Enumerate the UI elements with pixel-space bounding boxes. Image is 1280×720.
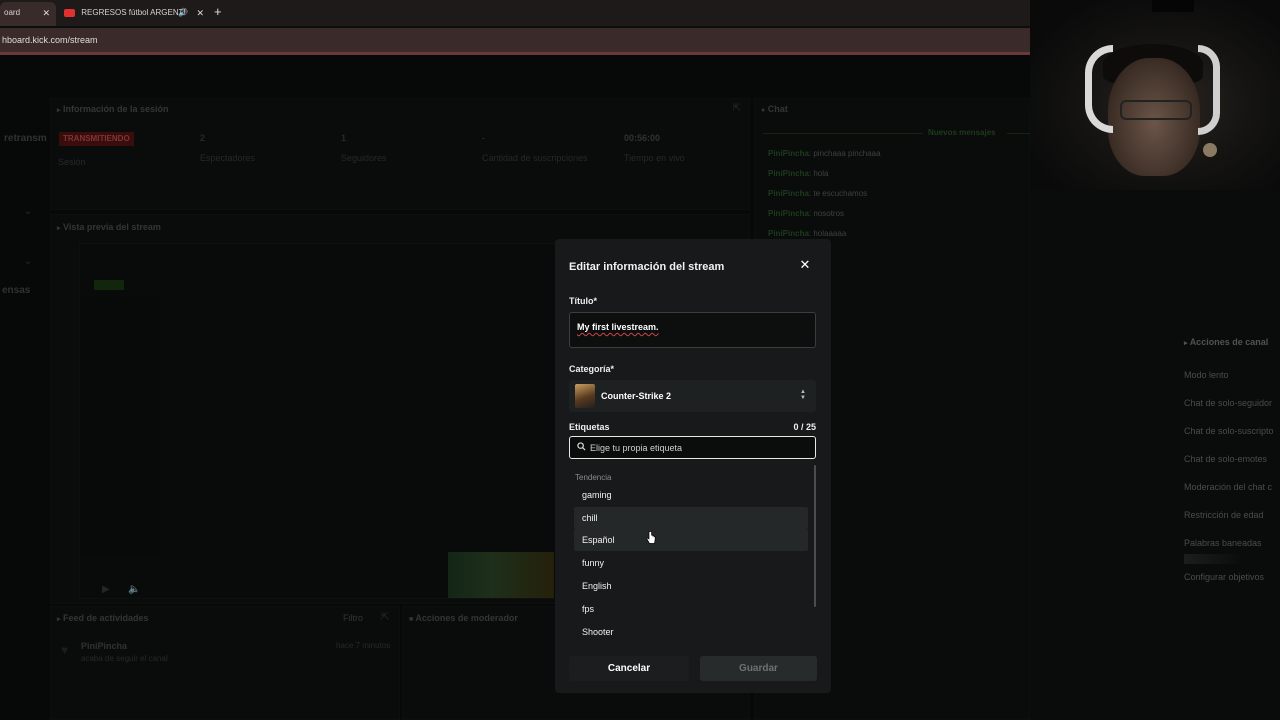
- tags-count: 0 / 25: [793, 422, 816, 432]
- webcam-mic: [1203, 143, 1217, 157]
- close-tab-icon[interactable]: ✕: [42, 2, 50, 24]
- headphones-right-icon: [1198, 45, 1220, 135]
- close-icon[interactable]: ✕: [799, 258, 811, 271]
- tags-search-field: [569, 436, 816, 459]
- tab-label: REGRESOS fútbol ARGENTI: [81, 8, 186, 17]
- category-thumbnail: [575, 384, 595, 408]
- action-emotes-only[interactable]: Chat de solo-emotes: [1184, 454, 1280, 464]
- address-bar[interactable]: hboard.kick.com/stream: [0, 28, 1030, 52]
- tag-option-gaming[interactable]: gaming: [574, 484, 808, 506]
- dropdown-scrollbar[interactable]: [814, 465, 816, 607]
- tags-dropdown: Tendencia gaming chill Español funny Eng…: [569, 463, 816, 659]
- action-faded-item: [1184, 554, 1244, 564]
- select-arrows-icon: ▲ ▼: [800, 389, 806, 401]
- channel-actions-icon: ▸: [1184, 340, 1188, 347]
- new-tab-button[interactable]: +: [214, 4, 222, 19]
- headphones-left-icon: [1085, 45, 1113, 133]
- tag-option-espanol[interactable]: Español: [574, 529, 808, 551]
- tag-option-funny[interactable]: funny: [574, 552, 808, 574]
- modal-title: Editar información del stream: [569, 261, 725, 273]
- webcam-top-block: [1152, 0, 1194, 12]
- tag-option-english[interactable]: English: [574, 575, 808, 597]
- tab-label: oard: [4, 8, 21, 17]
- tags-search-input[interactable]: [590, 440, 810, 455]
- speaker-icon[interactable]: 🔊: [178, 2, 188, 24]
- action-banned-words[interactable]: Palabras baneadas: [1184, 538, 1280, 548]
- dropdown-header: Tendencia: [575, 473, 612, 482]
- action-chat-moderation[interactable]: Moderación del chat c: [1184, 482, 1280, 492]
- modal-backdrop[interactable]: [0, 55, 1030, 720]
- youtube-icon: [64, 8, 75, 17]
- tag-option-chill[interactable]: chill: [574, 507, 808, 529]
- channel-actions-list: Modo lento Chat de solo-seguidor Chat de…: [1184, 370, 1280, 600]
- browser-tab-dashboard[interactable]: oard ✕: [0, 2, 56, 26]
- category-label: Categoría*: [569, 364, 615, 374]
- edit-stream-modal: Editar información del stream ✕ Título* …: [555, 239, 831, 693]
- title-label: Título*: [569, 296, 597, 306]
- url-text: hboard.kick.com/stream: [2, 35, 98, 45]
- title-value: My first livestream.: [577, 322, 659, 332]
- close-tab-icon[interactable]: ✕: [196, 2, 204, 24]
- browser-tab-bar: oard ✕ REGRESOS fútbol ARGENTI 🔊 ✕ +: [0, 0, 1030, 26]
- title-field[interactable]: My first livestream.: [569, 312, 816, 348]
- save-button[interactable]: Guardar: [700, 656, 817, 681]
- tags-label: Etiquetas: [569, 422, 610, 432]
- action-slow-mode[interactable]: Modo lento: [1184, 370, 1280, 380]
- channel-actions-header: ▸ Acciones de canal: [1184, 337, 1269, 347]
- tag-option-shooter[interactable]: Shooter: [574, 621, 808, 643]
- cancel-button[interactable]: Cancelar: [569, 656, 689, 681]
- action-subscribers-only[interactable]: Chat de solo-suscripto: [1184, 426, 1280, 436]
- hand-cursor-icon: [646, 531, 656, 544]
- channel-actions-panel: ▸ Acciones de canal Modo lento Chat de s…: [1176, 330, 1280, 610]
- action-configure-goals[interactable]: Configurar objetivos: [1184, 572, 1280, 582]
- search-icon: [577, 442, 586, 451]
- browser-tab-youtube[interactable]: REGRESOS fútbol ARGENTI 🔊 ✕: [60, 2, 210, 26]
- webcam-glasses: [1120, 100, 1192, 120]
- category-select[interactable]: Counter-Strike 2 ▲ ▼: [569, 380, 816, 412]
- action-followers-only[interactable]: Chat de solo-seguidor: [1184, 398, 1280, 408]
- tag-option-fps[interactable]: fps: [574, 598, 808, 620]
- category-value: Counter-Strike 2: [601, 391, 672, 401]
- action-age-restriction[interactable]: Restricción de edad: [1184, 510, 1280, 520]
